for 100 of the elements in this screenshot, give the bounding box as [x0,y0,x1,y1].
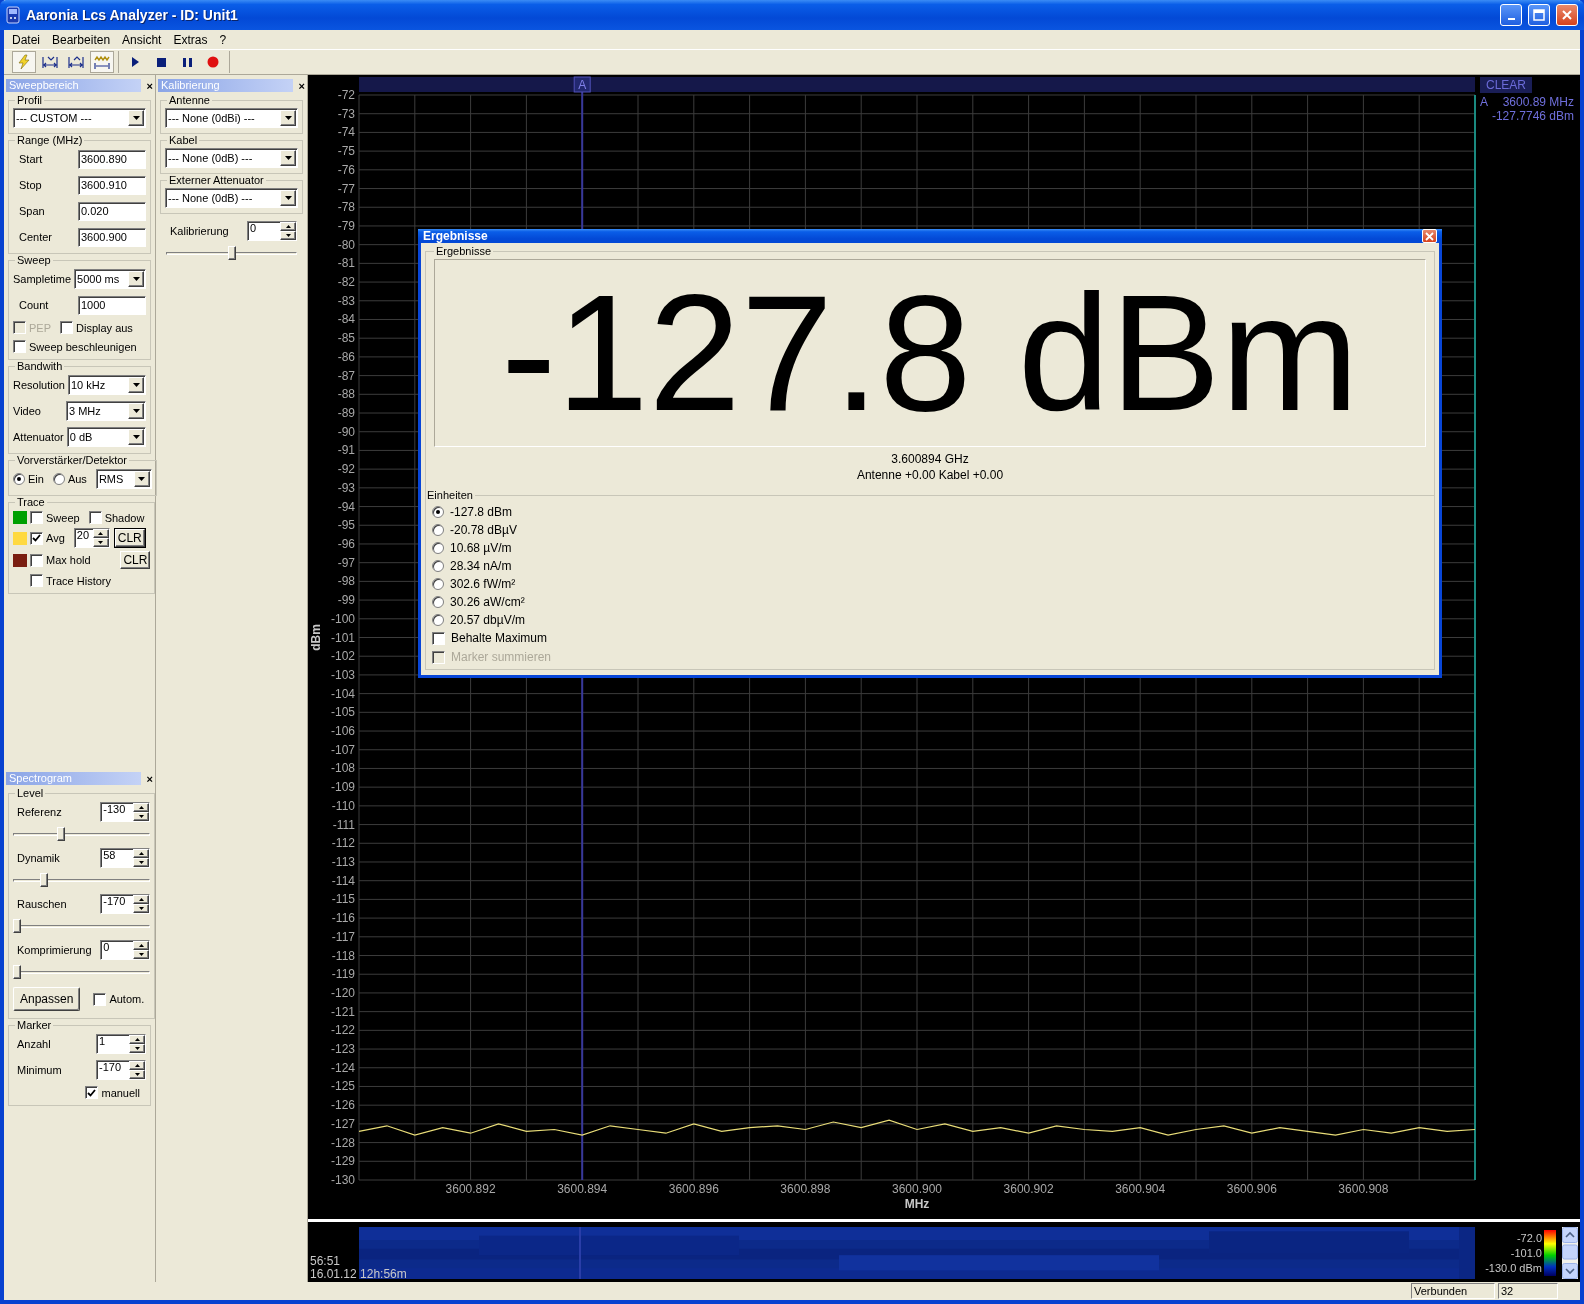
checkbox[interactable] [30,531,43,545]
dropdown[interactable]: RMS [95,469,152,489]
spin-field[interactable]: 0 [247,221,297,241]
close-button[interactable] [1556,4,1578,26]
checkbox[interactable] [30,511,43,524]
radio-button[interactable] [13,473,25,485]
group-label: Ergebnisse [435,245,493,257]
slider-thumb[interactable] [13,919,21,933]
text-field[interactable]: 3600.900 [78,227,146,247]
down-arrow-icon [285,234,291,237]
dropdown[interactable]: 10 kHz [68,375,146,395]
checkbox[interactable] [60,321,73,334]
play-icon [130,56,140,68]
group-label: Level [16,787,45,799]
dropdown[interactable]: --- None (0dB) --- [165,188,298,208]
marker-flag[interactable]: A [573,76,591,93]
menu-item[interactable]: Datei [6,32,46,47]
slider[interactable] [166,246,297,260]
text-field[interactable]: 0.020 [78,201,146,221]
clear-button[interactable]: CLR [120,551,151,569]
menu-item[interactable]: Extras [167,32,214,47]
adjust-button[interactable]: Anpassen [13,987,81,1011]
spin-field[interactable]: 0 [100,940,151,960]
menu-item[interactable]: Ansicht [116,32,168,47]
dropdown[interactable]: 5000 ms [74,269,146,289]
scale-label: -72.0 [1516,1230,1542,1246]
checkbox[interactable] [93,992,107,1006]
spin-field[interactable]: 20 [73,528,110,548]
checkbox[interactable] [85,1086,99,1099]
up-arrow-icon [138,852,144,855]
minimize-button[interactable] [1500,4,1522,26]
spin-field[interactable]: 58 [100,848,151,868]
text-field[interactable]: 3600.890 [78,149,146,169]
spin-field[interactable]: -170 [96,1060,146,1080]
record-icon [207,56,219,68]
checkbox[interactable] [432,631,445,645]
axis-tick-label: -126 [330,1098,355,1113]
axis-tick-label: -104 [330,686,355,701]
close-button[interactable]: × [146,79,153,92]
radio-label: 10.68 µV/m [450,541,512,555]
scrollbar[interactable] [1562,1227,1578,1279]
radio-button[interactable] [432,542,444,554]
spin-field[interactable]: 1 [96,1034,146,1054]
group-label: Range (MHz) [16,134,84,146]
slider[interactable] [13,873,151,887]
dropdown[interactable]: 3 MHz [66,401,146,421]
close-button[interactable]: × [146,772,153,785]
close-icon [1425,231,1434,241]
axis-tick-label: -121 [330,1004,355,1019]
down-arrow-icon [98,541,104,544]
axis-tick-label: -80 [337,237,355,252]
down-arrow-icon [138,815,144,818]
menu-item[interactable]: ? [213,32,233,47]
radio-button[interactable] [432,524,444,536]
radio-label: 20.57 dbµV/m [450,613,525,627]
axis-tick-label: -110 [331,798,355,813]
maximize-icon [1533,9,1545,21]
radio-button[interactable] [432,506,444,518]
checkbox[interactable] [88,511,102,524]
caret-icon [132,383,140,387]
time-label: 56:51 [310,1255,342,1268]
radio-label: -20.78 dBµV [450,523,517,537]
radio-button[interactable] [432,596,444,608]
axis-tick-label: -82 [337,275,355,290]
checkbox[interactable] [30,553,43,567]
maximize-button[interactable] [1528,4,1550,26]
radio-button[interactable] [432,614,444,626]
slider[interactable] [13,965,151,979]
close-button[interactable] [1422,229,1437,243]
clear-button[interactable]: CLR [114,529,145,547]
dropdown[interactable]: --- None (0dB) --- [165,148,298,168]
axis-tick-label: -120 [330,985,355,1000]
radio-button[interactable] [432,578,444,590]
spin-field[interactable]: -170 [100,894,151,914]
menu-item[interactable]: Bearbeiten [46,32,117,47]
dropdown[interactable]: --- CUSTOM --- [13,108,146,128]
axis-tick-label: -89 [337,406,355,420]
radio-button[interactable] [432,560,444,572]
slider-thumb[interactable] [40,873,49,887]
close-button[interactable]: × [298,79,305,92]
checkbox[interactable] [30,574,43,587]
panel-title: Spectrogram [6,772,141,785]
dropdown[interactable]: --- None (0dBi) --- [165,108,298,128]
slider-thumb[interactable] [227,246,236,260]
field-label: Start [18,153,44,165]
dropdown[interactable]: 0 dB [66,427,146,447]
slider[interactable] [13,919,151,933]
axis-tick-label: -95 [337,518,355,533]
radio-button[interactable] [52,473,65,485]
slider-thumb[interactable] [56,827,65,841]
spin-field[interactable]: -130 [100,802,151,822]
slider-thumb[interactable] [13,965,21,979]
axis-tick-label: -130 [330,1173,355,1187]
text-field[interactable]: 1000 [78,295,146,315]
group-label: Kabel [168,134,199,146]
down-arrow-icon [134,1047,140,1050]
marker-label: A [1480,95,1488,109]
checkbox[interactable] [13,340,26,353]
slider[interactable] [13,827,151,841]
text-field[interactable]: 3600.910 [78,175,146,195]
